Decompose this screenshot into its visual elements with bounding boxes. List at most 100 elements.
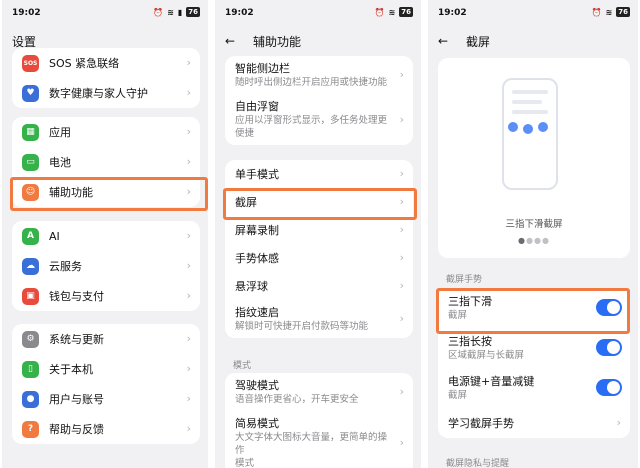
list-item-fingerprint[interactable]: 指纹速启解锁时可快捷开启付款码等功能 ›	[225, 300, 413, 338]
settings-item-label: 用户与账号	[49, 393, 104, 406]
wifi-icon: ≋	[388, 7, 396, 17]
settings-item[interactable]: ▭ 电池 ›	[12, 147, 200, 177]
back-arrow-icon[interactable]: ←	[225, 34, 239, 48]
list-item-power-volume[interactable]: 电源键+音量减键 截屏	[438, 368, 630, 408]
settings-item[interactable]: ? 帮助与反馈 ›	[12, 414, 200, 444]
accessibility-item-label: 屏幕录制	[235, 224, 279, 237]
chevron-right-icon: ›	[399, 279, 404, 292]
item-title: 指纹速启	[235, 306, 279, 319]
battery-level: 76	[186, 7, 200, 17]
status-bar: 19:02 ⏰ ≋ 76	[428, 0, 638, 26]
section-label: 截屏隐私与提醒	[446, 459, 510, 468]
help-icon: ?	[22, 420, 39, 438]
status-time: 19:02	[225, 8, 254, 18]
chevron-right-icon: ›	[399, 167, 404, 180]
alarm-icon: ⏰	[374, 7, 385, 17]
item-subtitle: 大文字体大图标大音量，更简单的操作	[235, 432, 388, 456]
accessibility-item-label: 单手模式	[235, 168, 279, 181]
phone-icon: ▯	[22, 360, 39, 378]
page-title: 截屏	[466, 34, 491, 49]
toggle-switch[interactable]	[596, 339, 622, 356]
screenshot-panel: 19:02 ⏰ ≋ 76 ← 截屏 三指下滑截屏 ●●●● 截屏手势 三指下滑 截屏…	[428, 0, 638, 468]
list-item-three-finger-hold[interactable]: 三指长按 区域截屏与长截屏	[438, 328, 630, 368]
highlight-screenshot	[223, 188, 417, 220]
item-subtitle: 解锁时可快捷开启付款码等功能	[235, 321, 369, 332]
chevron-right-icon: ›	[186, 86, 191, 99]
alarm-icon: ⏰	[591, 7, 602, 17]
back-arrow-icon[interactable]: ←	[438, 34, 452, 48]
settings-item[interactable]: ⚙ 系统与更新 ›	[12, 324, 200, 354]
battery-icon: ▭	[22, 153, 39, 171]
accessibility-item[interactable]: 屏幕录制 ›	[225, 216, 413, 244]
status-bar: 19:02 ⏰ ≋ 76	[215, 0, 421, 26]
item-subtitle: 区域截屏与长截屏	[448, 350, 525, 361]
finger-dot-icon	[508, 122, 518, 132]
settings-panel: 19:02 ⏰ ≋ ▮ 76 设置 SOS SOS 紧急联络 › ♥ 数字健康与家人守护 › ▦…	[2, 0, 208, 468]
accessibility-item[interactable]: 悬浮球 ›	[225, 272, 413, 300]
chevron-right-icon: ›	[399, 68, 404, 81]
list-item-simple-mode[interactable]: 简易模式 大文字体大图标大音量，更简单的操作 模式 ›	[225, 411, 413, 468]
settings-item[interactable]: SOS SOS 紧急联络 ›	[12, 48, 200, 78]
wifi-icon: ≋	[167, 7, 174, 17]
accessibility-card-3: 驾驶模式 语音操作更省心，开车更安全 › 简易模式 大文字体大图标大音量，更简单…	[225, 373, 413, 468]
toggle-switch[interactable]	[596, 379, 622, 396]
page-indicator[interactable]: ●●●●	[438, 236, 630, 245]
chevron-right-icon: ›	[399, 436, 404, 449]
settings-item[interactable]: ♥ 数字健康与家人守护 ›	[12, 78, 200, 108]
accessibility-card-1: 智能侧边栏 随时呼出侧边栏开启应用或快捷功能 › 自由浮窗 应用以浮窗形式显示，…	[225, 56, 413, 145]
highlight-accessibility	[10, 177, 208, 211]
list-item-driving-mode[interactable]: 驾驶模式 语音操作更省心，开车更安全 ›	[225, 373, 413, 411]
alarm-icon: ⏰	[153, 7, 164, 17]
list-item-smart-sidebar[interactable]: 智能侧边栏 随时呼出侧边栏开启应用或快捷功能 ›	[225, 56, 413, 94]
gesture-preview-card: 三指下滑截屏 ●●●●	[438, 58, 630, 258]
battery-level: 76	[616, 7, 630, 17]
chevron-right-icon: ›	[186, 155, 191, 168]
list-item-learn-gestures[interactable]: 学习截屏手势 ›	[438, 408, 630, 438]
settings-item-label: 应用	[49, 126, 71, 139]
chevron-right-icon: ›	[399, 112, 404, 126]
chevron-right-icon: ›	[399, 223, 404, 236]
apps-icon: ▦	[22, 123, 39, 141]
preview-caption: 三指下滑截屏	[505, 219, 563, 230]
settings-item[interactable]: A AI ›	[12, 221, 200, 251]
list-item-floating-window[interactable]: 自由浮窗 应用以浮窗形式显示，多任务处理更 便捷 ›	[225, 94, 413, 145]
item-subtitle: 应用以浮窗形式显示，多任务处理更	[235, 115, 388, 126]
finger-dot-icon	[523, 124, 533, 134]
signal-icon: ▮	[177, 7, 183, 17]
item-title: 自由浮窗	[235, 100, 279, 113]
item-subtitle: 语音操作更省心，开车更安全	[235, 394, 359, 405]
chevron-right-icon: ›	[186, 56, 191, 69]
gear-icon: ⚙	[22, 330, 39, 348]
settings-item[interactable]: ☁ 云服务 ›	[12, 251, 200, 281]
settings-item-label: 钱包与支付	[49, 290, 104, 303]
item-subtitle: 便捷	[235, 128, 255, 139]
item-title: 驾驶模式	[235, 379, 279, 392]
settings-item[interactable]: ● 用户与账号 ›	[12, 384, 200, 414]
heart-icon: ♥	[22, 84, 39, 102]
settings-item[interactable]: ▣ 钱包与支付 ›	[12, 281, 200, 311]
item-subtitle: 随时呼出侧边栏开启应用或快捷功能	[235, 77, 388, 88]
wallet-icon: ▣	[22, 287, 39, 305]
settings-item[interactable]: ▯ 关于本机 ›	[12, 354, 200, 384]
highlight-three-finger-swipe	[436, 288, 630, 334]
settings-item-label: AI	[49, 229, 60, 243]
settings-item-label: SOS 紧急联络	[49, 57, 120, 70]
accessibility-item[interactable]: 单手模式 ›	[225, 160, 413, 188]
status-time: 19:02	[12, 8, 41, 18]
phone-illustration	[502, 78, 558, 190]
settings-card-3: A AI › ☁ 云服务 › ▣ 钱包与支付 ›	[12, 221, 200, 311]
settings-item-label: 帮助与反馈	[49, 423, 104, 436]
chevron-right-icon: ›	[186, 289, 191, 302]
battery-level: 76	[399, 7, 413, 17]
item-title: 三指长按	[448, 335, 492, 348]
user-icon: ●	[22, 390, 39, 408]
item-title: 学习截屏手势	[448, 417, 514, 430]
accessibility-item[interactable]: 手势体感 ›	[225, 244, 413, 272]
chevron-right-icon: ›	[399, 312, 404, 325]
settings-item[interactable]: ▦ 应用 ›	[12, 117, 200, 147]
page-title: 设置	[12, 34, 37, 49]
chevron-right-icon: ›	[186, 392, 191, 405]
item-title: 智能侧边栏	[235, 62, 290, 75]
status-time: 19:02	[438, 8, 467, 18]
chevron-right-icon: ›	[186, 332, 191, 345]
